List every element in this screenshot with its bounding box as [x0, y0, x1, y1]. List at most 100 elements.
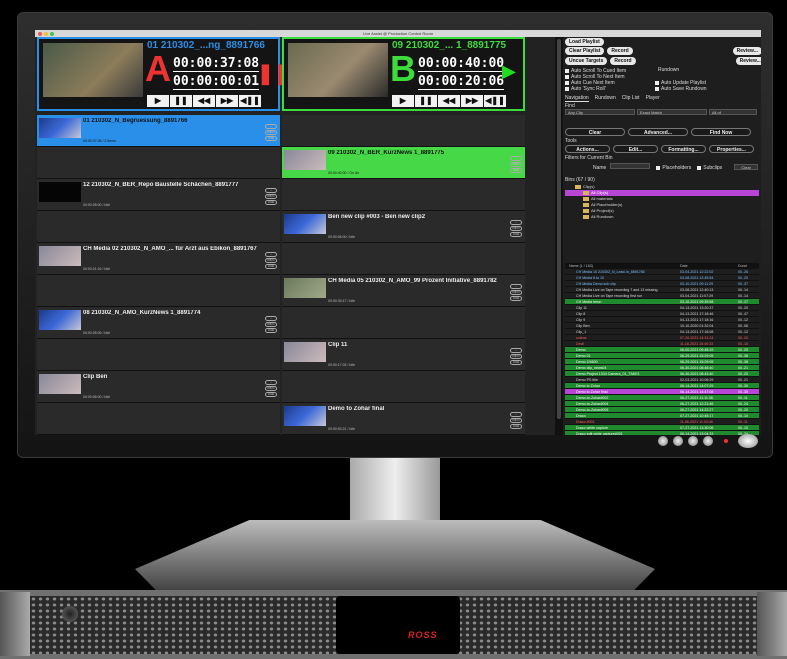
clip-info-button[interactable]: INFO [265, 322, 277, 327]
clip-cue-button[interactable]: CUE [510, 232, 522, 237]
tab-navigation[interactable]: Navigation [565, 95, 589, 102]
player-b[interactable]: 09 210302_... 1_8891775 B 00:00:40:00 00:00… [282, 37, 525, 111]
find-select[interactable]: Any Clip [565, 109, 635, 115]
playlist-clip[interactable] [37, 275, 280, 307]
review-button[interactable]: Review... [732, 47, 761, 55]
clip-cue-button[interactable]: CUE [265, 328, 277, 333]
column-header[interactable]: Name (1 / 163) [565, 263, 680, 268]
transport-button-3[interactable]: ▶▶ [216, 95, 238, 107]
clip-info-button[interactable]: INFO [265, 194, 277, 199]
clip-arrow-icon[interactable]: → [510, 412, 522, 417]
find-button-2[interactable]: Find Now [691, 128, 751, 136]
playlist-clip[interactable]: Ben new clip #003 - Ben new clip2 00:00:0… [282, 211, 525, 243]
clip-arrow-icon[interactable]: → [510, 348, 522, 353]
clip-cue-button[interactable]: CUE [265, 392, 277, 397]
tool-button-0[interactable]: Actions... [565, 145, 610, 153]
playlist-clip[interactable]: CH Media 05 210302_N_AMO_99 Prozent Init… [282, 275, 525, 307]
name-filter-input[interactable] [610, 163, 651, 169]
transport-button-3[interactable]: ▶▶ [461, 95, 483, 107]
playlist-clip[interactable]: CH Media 02 210302_N_AMO_... für Arzt au… [37, 243, 280, 275]
clip-cue-button[interactable]: CUE [510, 296, 522, 301]
clip-arrow-icon[interactable]: → [265, 124, 277, 129]
playlist-clip[interactable]: 01 210302_N_Begruessung_8891766 00:00:37:… [37, 115, 280, 147]
clip-arrow-icon[interactable]: → [265, 188, 277, 193]
playlist-clip[interactable] [282, 243, 525, 275]
find-button-0[interactable]: Clear [565, 128, 625, 136]
playlist-clip[interactable] [37, 339, 280, 371]
playlist-clip[interactable]: Clip 11 00:00:17:03 / Idle → INFO CUE [282, 339, 525, 371]
clip-cue-button[interactable]: CUE [265, 136, 277, 141]
playlist-clip[interactable] [282, 371, 525, 403]
find-select[interactable]: Exact Match [637, 109, 707, 115]
clip-arrow-icon[interactable]: → [265, 252, 277, 257]
playlist-clip[interactable] [37, 403, 280, 435]
clip-cue-button[interactable]: CUE [510, 360, 522, 365]
clip-info-button[interactable]: INFO [510, 418, 522, 423]
record-button[interactable]: Record [610, 57, 636, 65]
table-row[interactable]: Draco edit white capture#001 06-14-2021 1… [565, 431, 759, 435]
monitor-knobs[interactable] [658, 436, 713, 446]
clip-arrow-icon[interactable]: → [265, 316, 277, 321]
transport-button-2[interactable]: ◀◀ [193, 95, 215, 107]
placeholders-checkbox[interactable] [656, 165, 661, 170]
transport-button-0[interactable]: ▶ [392, 95, 414, 107]
clip-cue-button[interactable]: CUE [265, 264, 277, 269]
find-button-1[interactable]: Advanced... [628, 128, 688, 136]
option-checkbox[interactable] [565, 74, 569, 79]
transport-button-4[interactable]: ◀❚❚ [239, 95, 261, 107]
clip-arrow-icon[interactable]: → [510, 156, 522, 161]
clear-filter-button[interactable]: Clear [734, 164, 759, 170]
transport-button-0[interactable]: ▶ [147, 95, 169, 107]
option-checkbox[interactable] [565, 86, 569, 91]
option-checkbox[interactable] [655, 80, 659, 85]
playlist-clip[interactable] [282, 179, 525, 211]
tab-rundown[interactable]: Rundown [595, 95, 616, 101]
playlist-clip[interactable] [37, 211, 280, 243]
playlist-clip[interactable] [282, 115, 525, 147]
transport-button-4[interactable]: ◀❚❚ [484, 95, 506, 107]
clip-info-button[interactable]: INFO [510, 162, 522, 167]
clip-info-button[interactable]: INFO [265, 386, 277, 391]
clip-info-button[interactable]: INFO [510, 290, 522, 295]
clip-info-button[interactable]: INFO [510, 354, 522, 359]
option-checkbox[interactable] [565, 68, 569, 73]
player-a[interactable]: 01 210302_...ng_8891766 A 00:00:37:08 00:00… [37, 37, 291, 111]
tab-clip-list[interactable]: Clip List [622, 95, 640, 101]
transport-button-1[interactable]: ❚❚ [170, 95, 192, 107]
tool-button-1[interactable]: Edit... [613, 145, 658, 153]
tab-player[interactable]: Player [646, 95, 660, 101]
transport-button-1[interactable]: ❚❚ [415, 95, 437, 107]
playlist-clip[interactable] [282, 307, 525, 339]
review-button[interactable]: Review... [735, 57, 761, 65]
clip-info-button[interactable]: INFO [265, 258, 277, 263]
playlist-scrollbar[interactable] [555, 37, 563, 435]
clip-info-button[interactable]: INFO [510, 226, 522, 231]
playlist-clip[interactable] [37, 147, 280, 179]
playlist-clip[interactable]: 09 210302_N_BER_KurzNews 1_8891775 00:00:… [282, 147, 525, 179]
column-header[interactable]: Durat [738, 263, 758, 268]
option-checkbox[interactable] [655, 86, 659, 91]
playlist-clip[interactable]: 12 210302_N_BER_Repo Baustelle Schächen_… [37, 179, 280, 211]
power-button[interactable] [738, 434, 758, 448]
bin-item[interactable]: All Rundown [565, 214, 759, 220]
clip-info-button[interactable]: INFO [265, 130, 277, 135]
clip-cue-button[interactable]: CUE [265, 200, 277, 205]
clip-arrow-icon[interactable]: → [265, 380, 277, 385]
find-select[interactable]: All of [709, 109, 757, 115]
column-header[interactable]: Date [680, 263, 738, 268]
clip-cue-button[interactable]: CUE [510, 168, 522, 173]
playlist-clip[interactable]: Demo to Zohar final 00:00:53:21 / Idle → IN… [282, 403, 525, 435]
record-button[interactable]: Record [607, 47, 633, 55]
playlist-clip[interactable]: 08 210302_N_AMO_KurzNews 1_8891774 00:00:… [37, 307, 280, 339]
tool-button-2[interactable]: Formatting... [661, 145, 706, 153]
clip-cue-button[interactable]: CUE [510, 424, 522, 429]
transport-button-2[interactable]: ◀◀ [438, 95, 460, 107]
playlist-clip[interactable]: Clip Ben 00:00:06:00 / Idle → INFO CUE [37, 371, 280, 403]
clip-arrow-icon[interactable]: → [510, 220, 522, 225]
clear-playlist-button[interactable]: Clear Playlist [565, 47, 605, 55]
subclips-checkbox[interactable] [697, 165, 702, 170]
option-checkbox[interactable] [565, 80, 569, 85]
uncue-targets-button[interactable]: Uncue Targets [565, 57, 608, 65]
clip-arrow-icon[interactable]: → [510, 284, 522, 289]
load-playlist-button[interactable]: Load Playlist [565, 38, 604, 46]
